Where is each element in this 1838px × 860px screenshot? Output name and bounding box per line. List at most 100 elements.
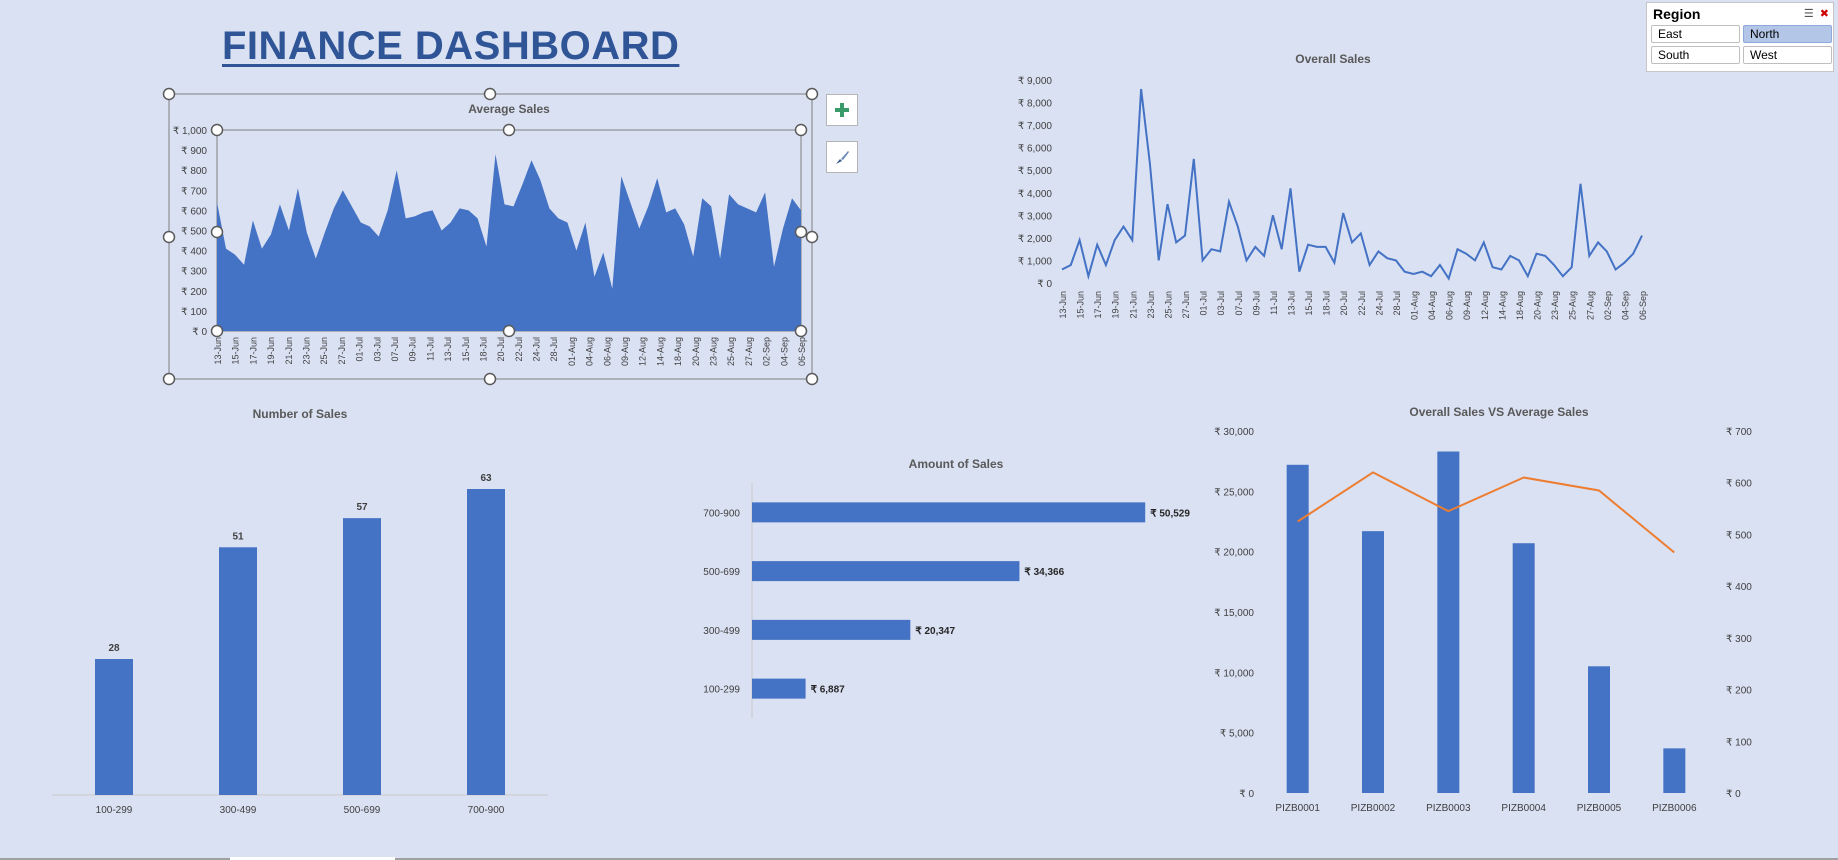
x-tick-label: 13-Jun [1058, 291, 1068, 319]
x-tick-label: 11-Jul [1269, 291, 1279, 315]
x-tick-label: 24-Jul [1374, 291, 1384, 316]
y-tick-label: 300-499 [703, 626, 740, 637]
bar [95, 659, 133, 795]
x-tick-label: 15-Jul [1304, 291, 1314, 316]
bar [1588, 666, 1610, 793]
x-tick-label: PIZB0006 [1652, 803, 1697, 814]
y2-tick-label: ₹ 200 [1726, 686, 1752, 697]
x-tick-label: 19-Jun [266, 337, 276, 365]
chart-title: Amount of Sales [909, 457, 1004, 471]
y-tick-label: ₹ 2,000 [1018, 234, 1053, 245]
x-tick-label: 04-Aug [585, 337, 595, 366]
x-tick-label: 13-Jun [213, 337, 223, 365]
x-tick-label: 20-Aug [691, 337, 701, 366]
x-tick-label: 25-Jun [319, 337, 329, 365]
resize-handle [210, 324, 224, 338]
y-tick-label: ₹ 1,000 [173, 126, 208, 137]
y2-tick-label: ₹ 0 [1726, 789, 1741, 800]
y-tick-label: 700-900 [703, 508, 740, 519]
resize-handle [162, 230, 176, 244]
x-tick-label: 23-Aug [1550, 291, 1560, 320]
x-tick-label: 09-Jul [408, 337, 418, 362]
y-tick-label: ₹ 1,000 [1018, 256, 1053, 267]
y2-tick-label: ₹ 500 [1726, 530, 1752, 541]
x-tick-label: 23-Jun [301, 337, 311, 365]
y-tick-label: ₹ 9,000 [1018, 76, 1053, 87]
bar [343, 518, 381, 795]
data-label: 57 [356, 502, 368, 513]
x-tick-label: 28-Jul [549, 337, 559, 362]
resize-handle [794, 225, 808, 239]
resize-handle [502, 324, 516, 338]
bar [1362, 531, 1384, 793]
x-tick-label: 500-699 [344, 805, 381, 816]
x-tick-label: 15-Jun [231, 337, 241, 365]
y-tick-label: ₹ 3,000 [1018, 211, 1053, 222]
x-tick-label: 06-Sep [1638, 291, 1648, 320]
bar [752, 678, 806, 699]
x-tick-label: 01-Aug [1410, 291, 1420, 320]
x-tick-label: 04-Sep [779, 337, 789, 366]
y-tick-label: ₹ 25,000 [1214, 487, 1254, 498]
resize-handle [210, 225, 224, 239]
chart-title: Number of Sales [253, 407, 348, 421]
y-tick-label: ₹ 300 [181, 267, 207, 278]
y-tick-label: ₹ 900 [181, 146, 207, 157]
x-tick-label: 27-Aug [744, 337, 754, 366]
bar [1663, 748, 1686, 793]
x-tick-label: 01-Aug [567, 337, 577, 366]
data-label: ₹ 50,529 [1150, 508, 1190, 519]
x-tick-label: 23-Jun [1146, 291, 1156, 319]
x-tick-label: 14-Aug [1497, 291, 1507, 320]
resize-handle [162, 87, 176, 101]
resize-handle [805, 372, 819, 386]
bar [1286, 464, 1309, 793]
x-tick-label: 27-Jun [1181, 291, 1191, 319]
x-tick-label: 01-Jul [355, 337, 365, 362]
x-tick-label: 15-Jul [461, 337, 471, 362]
x-tick-label: PIZB0005 [1577, 803, 1622, 814]
average-sales-chart[interactable]: Average Sales ₹ 0 ₹ 100 ₹ 200 ₹ 300 ₹ 400 ₹ 50… [0, 0, 1838, 860]
x-tick-label: 18-Aug [1515, 291, 1525, 320]
x-tick-label: 13-Jul [443, 337, 453, 362]
data-label: 63 [480, 473, 492, 484]
x-tick-label: 19-Jun [1111, 291, 1121, 319]
x-tick-label: 03-Jul [1216, 291, 1226, 316]
x-tick-label: 06-Sep [797, 337, 807, 366]
x-tick-label: 01-Jul [1199, 291, 1209, 316]
chart-title: Overall Sales VS Average Sales [1409, 405, 1589, 419]
x-tick-label: 18-Jul [478, 337, 488, 362]
x-tick-label: PIZB0001 [1275, 803, 1320, 814]
x-tick-label: 24-Jul [532, 337, 542, 362]
resize-handle [210, 123, 224, 137]
resize-handle [483, 372, 497, 386]
resize-handle [805, 230, 819, 244]
y-tick-label: ₹ 4,000 [1018, 189, 1053, 200]
y-tick-label: 500-699 [703, 567, 740, 578]
x-tick-label: 300-499 [220, 805, 257, 816]
data-label: ₹ 20,347 [915, 626, 955, 637]
y-tick-label: ₹ 700 [181, 186, 207, 197]
resize-handle [794, 123, 808, 137]
x-tick-label: 12-Aug [638, 337, 648, 366]
x-tick-label: 04-Sep [1620, 291, 1630, 320]
x-tick-label: 03-Jul [372, 337, 382, 362]
resize-handle [483, 87, 497, 101]
y-tick-label: ₹ 0 [1239, 789, 1254, 800]
x-tick-label: 04-Aug [1427, 291, 1437, 320]
y-tick-label: ₹ 15,000 [1214, 608, 1254, 619]
x-tick-label: 25-Aug [1568, 291, 1578, 320]
x-tick-label: 18-Aug [673, 337, 683, 366]
x-tick-label: 23-Aug [709, 337, 719, 366]
x-tick-label: 25-Jun [1163, 291, 1173, 319]
y-tick-label: ₹ 100 [181, 307, 207, 318]
y-tick-label: ₹ 30,000 [1214, 427, 1254, 438]
y-tick-label: ₹ 600 [181, 206, 207, 217]
chart-title: Average Sales [468, 102, 550, 116]
x-tick-label: 14-Aug [655, 337, 665, 366]
overall-sales-line [1061, 88, 1643, 281]
y-tick-label: 100-299 [703, 685, 740, 696]
x-tick-label: 700-900 [468, 805, 505, 816]
bar [752, 561, 1020, 582]
x-tick-label: 22-Jul [514, 337, 524, 362]
